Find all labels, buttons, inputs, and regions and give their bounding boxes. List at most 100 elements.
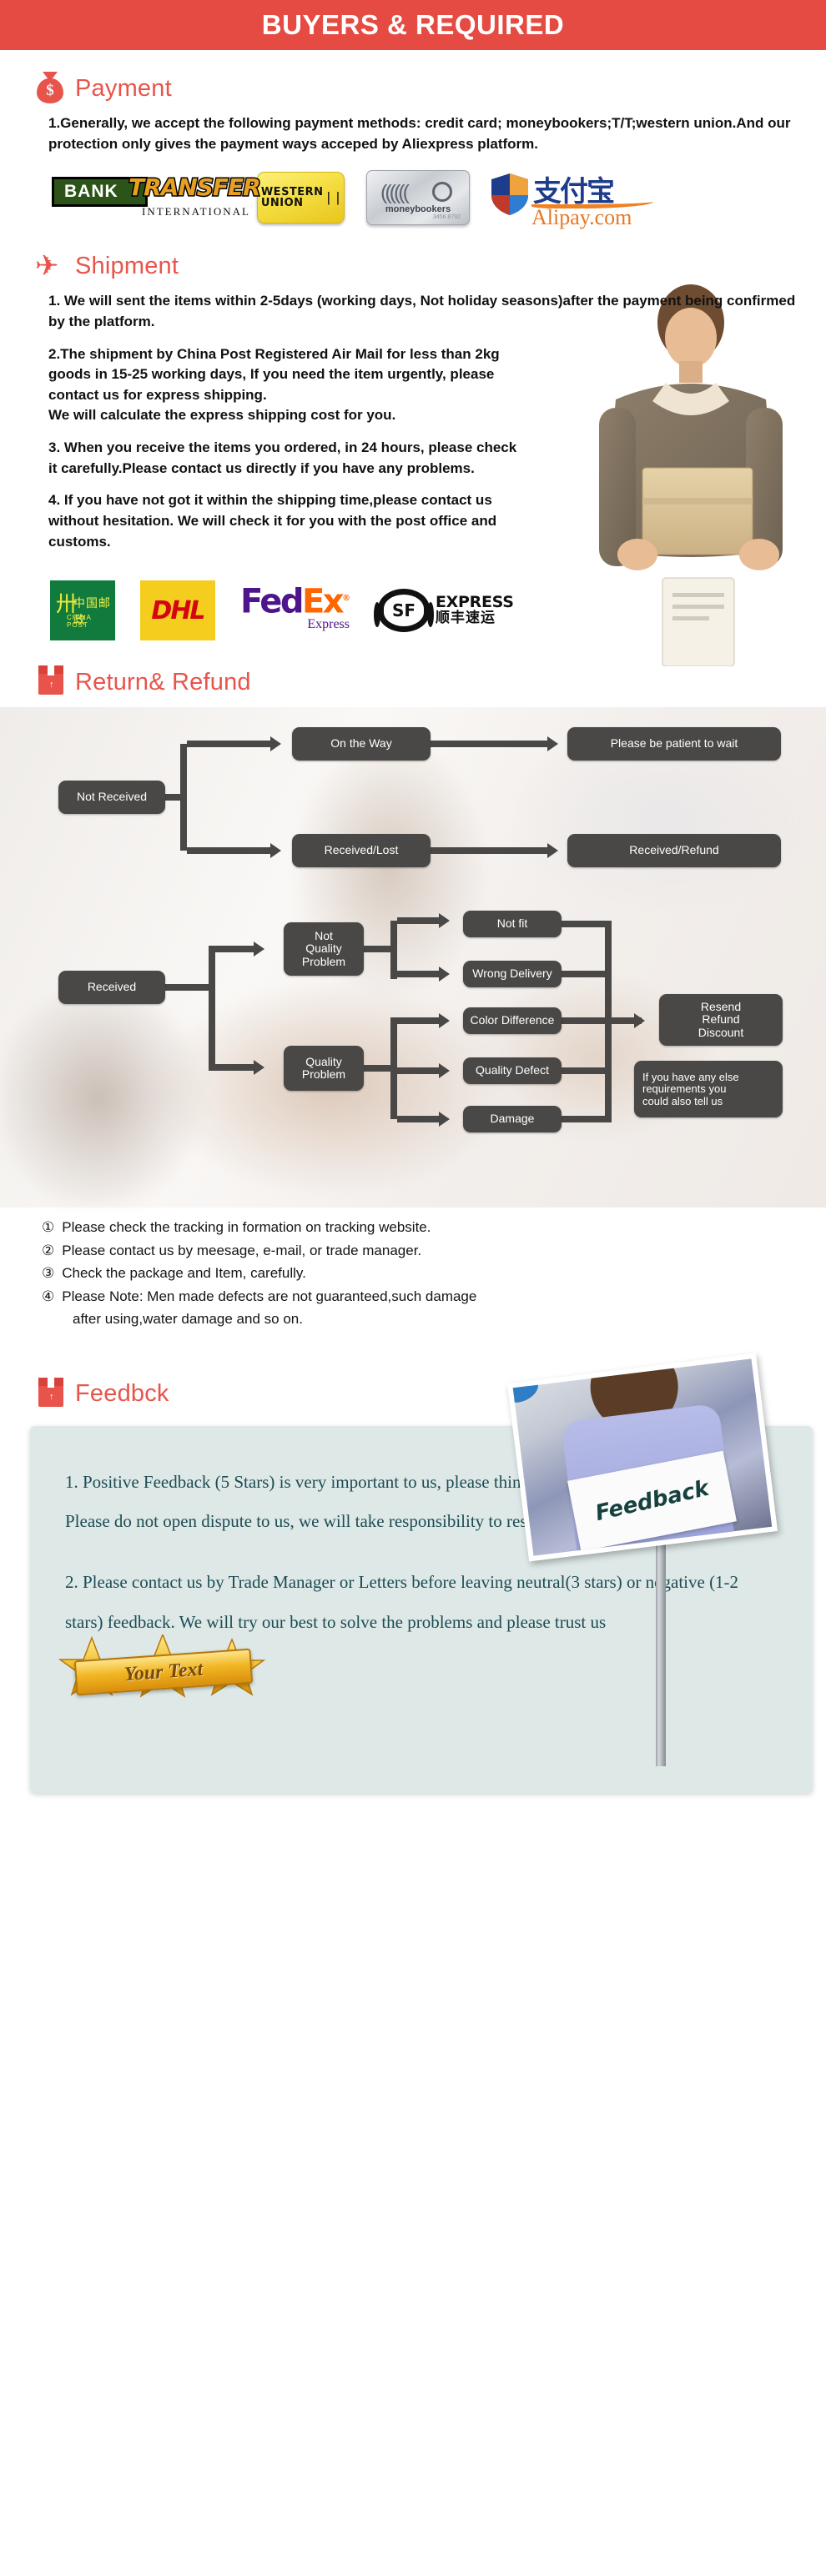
shipment-p4-line3: customs. xyxy=(48,533,111,550)
feedback-photo-sign-text: Feedback xyxy=(592,1475,712,1527)
returns-note-1: ① Please check the tracking in formation… xyxy=(42,1216,801,1239)
fedex-part2: Ex xyxy=(301,582,345,621)
flow-node-please-wait: Please be patient to wait xyxy=(567,727,781,761)
western-union-line2: UNION xyxy=(260,197,304,210)
flow-node-received: Received xyxy=(58,971,165,1005)
flow-node-on-the-way: On the Way xyxy=(292,727,431,761)
contactless-circle-icon xyxy=(432,182,452,203)
flow-node-wrong-delivery: Wrong Delivery xyxy=(463,961,562,988)
returns-note-1-text: Please check the tracking in formation o… xyxy=(62,1219,431,1236)
shipment-p2-line2: goods in 15-25 working days, If you need… xyxy=(48,366,495,383)
flow-node-not-received: Not Received xyxy=(58,781,165,815)
returns-note-3: ③ Check the package and Item, carefully. xyxy=(42,1262,801,1285)
china-post-logo: 卅 中国邮政 CHINA POST xyxy=(50,580,115,641)
returns-note-2-num: ② xyxy=(42,1242,55,1258)
bank-transfer-tertiary: INTERNATIONAL xyxy=(142,205,250,218)
shipment-paragraph-3: 3. When you receive the items you ordere… xyxy=(48,438,798,479)
box-icon: ↑ xyxy=(35,1377,65,1411)
fedex-sub: Express xyxy=(307,617,350,632)
shipment-paragraph-4: 4. If you have not got it within the shi… xyxy=(48,490,798,552)
returns-note-4-cont: after using,water damage and so on. xyxy=(73,1311,303,1328)
returns-note-4: ④ Please Note: Men made defects are not … xyxy=(42,1285,801,1308)
returns-note-3-text: Check the package and Item, carefully. xyxy=(62,1265,306,1282)
airplane-icon: ✈ xyxy=(35,250,59,283)
page-banner: BUYERS & REQUIRED xyxy=(0,0,826,50)
shipment-body: 1. We will sent the items within 2-5days… xyxy=(0,291,826,552)
flow-node-quality-defect: Quality Defect xyxy=(463,1057,562,1085)
flow-node-resend-l2: Refund xyxy=(702,1012,740,1027)
dhl-label: DHL xyxy=(151,595,205,625)
flow-node-quality-problem-l2: Problem xyxy=(301,1067,346,1082)
sf-express-logo: SF EXPRESS 顺丰速运 xyxy=(374,580,524,640)
flow-node-resend-l1: Resend xyxy=(700,999,742,1013)
returns-heading: Return& Refund xyxy=(75,668,251,695)
product-policy-page: BUYERS & REQUIRED $ Payment 1.Generally,… xyxy=(0,0,826,2576)
ribbon-text: Your Text xyxy=(123,1658,204,1685)
china-post-english: CHINA POST xyxy=(67,614,92,630)
payment-heading: Payment xyxy=(75,74,172,102)
flow-callout-l2: requirements you xyxy=(642,1082,727,1096)
flow-node-received-lost: Received/Lost xyxy=(292,834,431,868)
flow-node-color-difference: Color Difference xyxy=(463,1007,562,1035)
shipment-paragraph-2: 2.The shipment by China Post Registered … xyxy=(48,344,798,427)
shipment-p2-line4: We will calculate the express shipping c… xyxy=(48,407,396,424)
flow-node-not-quality-problem: Not Quality Problem xyxy=(284,922,364,977)
alipay-logo: 支付宝 Alipay.com xyxy=(491,168,654,230)
feedback-header-wrap: ↑ Feedbck Feedback xyxy=(0,1353,826,1562)
flow-node-quality-problem-l1: Quality xyxy=(305,1054,342,1068)
flow-node-resend-refund-discount: Resend Refund Discount xyxy=(659,994,783,1047)
returns-note-3-num: ③ xyxy=(42,1265,55,1282)
pushpin-icon xyxy=(507,1365,538,1417)
bank-transfer-primary: BANK xyxy=(64,182,118,202)
returns-flowchart: Not Received On the Way Please be patien… xyxy=(0,707,826,1208)
western-union-bars-icon: | | xyxy=(326,189,341,206)
fedex-part1: Fed xyxy=(240,582,304,621)
shipment-paragraph-1: 1. We will sent the items within 2-5days… xyxy=(48,293,796,329)
flow-node-not-fit: Not fit xyxy=(463,911,562,938)
shield-icon xyxy=(491,173,528,216)
flow-callout-l1: If you have any else xyxy=(642,1070,739,1083)
returns-note-1-num: ① xyxy=(42,1219,55,1236)
feedback-heading: Feedbck xyxy=(75,1380,169,1408)
sf-badge-label: SF xyxy=(391,600,416,621)
shipment-heading: Shipment xyxy=(75,252,179,279)
sf-chinese: 顺丰速运 xyxy=(436,610,496,627)
sf-badge-icon: SF xyxy=(374,589,434,633)
shipment-body-wrap: 1. We will sent the items within 2-5days… xyxy=(0,274,826,667)
moneybookers-number: 3456 8792 xyxy=(432,214,461,221)
signal-wave-icon: (((((( xyxy=(380,181,410,205)
feedback-photo: Feedback xyxy=(507,1353,778,1562)
page-title: BUYERS & REQUIRED xyxy=(261,9,565,40)
bank-transfer-secondary: TRANSFER xyxy=(128,173,263,203)
shipment-p4-line2: without hesitation. We will check it for… xyxy=(48,513,497,530)
shipment-p4-line1: 4. If you have not got it within the shi… xyxy=(48,492,492,509)
flow-node-resend-l3: Discount xyxy=(698,1026,744,1040)
returns-notes: ① Please check the tracking in formation… xyxy=(0,1208,826,1331)
shipment-p2-line1: 2.The shipment by China Post Registered … xyxy=(48,345,500,362)
your-text-ribbon: Your Text xyxy=(58,1629,275,1721)
fedex-logo: FedEx® Express xyxy=(240,582,350,632)
flow-node-not-quality-problem-l2: Quality xyxy=(305,942,342,956)
shipment-p3-line2: it carefully.Please contact us directly … xyxy=(48,459,475,476)
payment-paragraph-1: 1.Generally, we accept the following pay… xyxy=(48,115,791,152)
returns-note-2-text: Please contact us by meesage, e-mail, or… xyxy=(62,1242,422,1258)
payment-body: 1.Generally, we accept the following pay… xyxy=(0,113,826,154)
payment-logos-row: BANK TRANSFER INTERNATIONAL WESTERN UNIO… xyxy=(0,168,826,230)
bank-transfer-logo: BANK TRANSFER INTERNATIONAL xyxy=(52,172,262,223)
moneybookers-label: moneybookers xyxy=(385,204,451,215)
flow-node-damage: Damage xyxy=(463,1106,562,1133)
dhl-logo: DHL xyxy=(140,580,215,641)
flow-callout-l3: could also tell us xyxy=(642,1094,723,1107)
box-icon: ↑ xyxy=(35,665,65,699)
moneybookers-logo: (((((( moneybookers 3456 8792 xyxy=(366,170,470,226)
money-bag-icon: $ xyxy=(35,72,65,105)
flow-node-received-refund: Received/Refund xyxy=(567,834,781,868)
flow-callout-extra-requirements: If you have any else requirements you co… xyxy=(634,1061,783,1118)
flow-node-not-quality-problem-l1: Not xyxy=(315,928,333,942)
western-union-logo: WESTERN UNION | | xyxy=(257,172,345,224)
returns-note-4-num: ④ xyxy=(42,1288,55,1304)
alipay-label: Alipay.com xyxy=(531,205,632,230)
section-header-payment: $ Payment xyxy=(0,72,826,105)
returns-note-4-text: Please Note: Men made defects are not gu… xyxy=(62,1288,477,1304)
flow-node-quality-problem: Quality Problem xyxy=(284,1046,364,1092)
